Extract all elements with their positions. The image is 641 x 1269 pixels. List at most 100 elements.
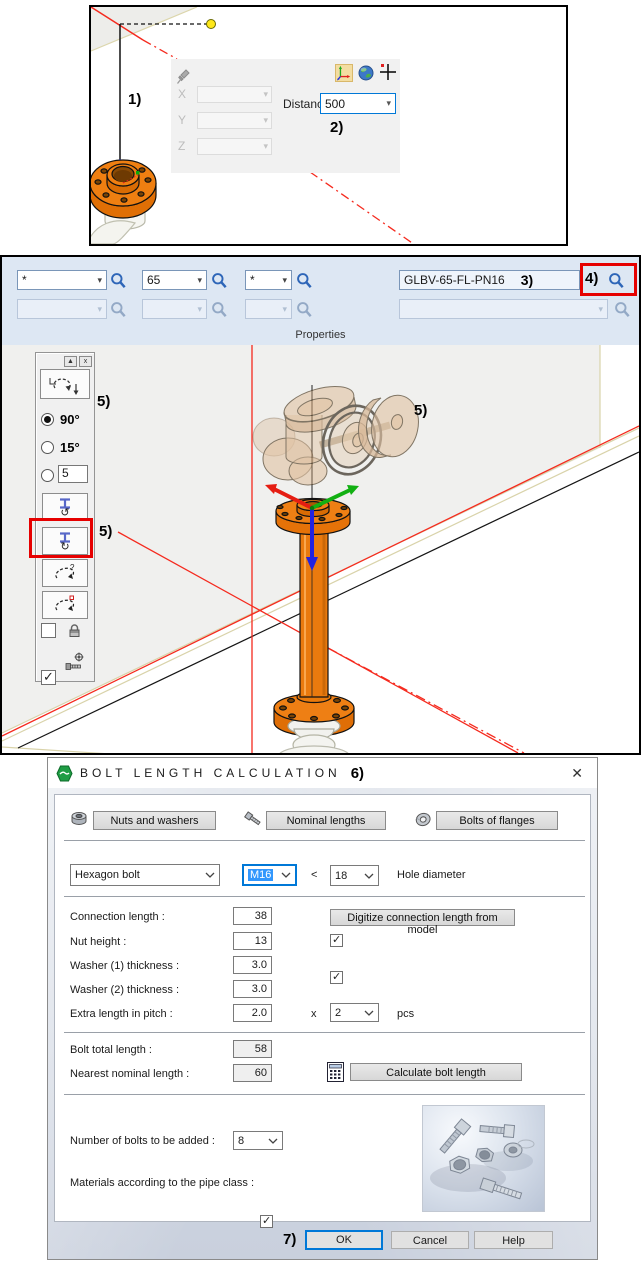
separator — [64, 896, 585, 897]
component-name-field[interactable]: GLBV-65-FL-PN16 3) — [399, 270, 580, 290]
x-value-combo[interactable]: ▾ — [197, 86, 272, 103]
bolts-of-flanges-button[interactable]: Bolts of flanges — [436, 811, 558, 830]
bolt-count-value: 8 — [238, 1135, 244, 1147]
callout-2: 2) — [330, 119, 343, 136]
properties-label: Properties — [295, 329, 345, 341]
nut-height-field[interactable]: 13 — [233, 932, 272, 950]
swing-pick-button[interactable]: ? — [42, 559, 88, 587]
bolt-count-label: Number of bolts to be added : — [70, 1135, 215, 1147]
callout-5b: 5) — [99, 523, 112, 540]
callout-5c: 5) — [414, 402, 427, 419]
radio-angle-90[interactable] — [41, 413, 54, 426]
filter-combo-disabled: ▾ — [399, 299, 608, 319]
plant-app-icon — [56, 765, 73, 782]
bolt-icon — [244, 811, 262, 827]
annotation-box-4 — [580, 263, 637, 296]
axis-snap-checkbox[interactable] — [41, 670, 56, 685]
model-window: *▾ 65▾ *▾ GLBV-65-FL-PN16 3) 4) ▾ ▾ ▾ ▾ … — [0, 255, 641, 755]
ucs-axes-icon[interactable] — [335, 64, 353, 82]
bolt-total-label: Bolt total length : — [70, 1044, 152, 1056]
separator — [64, 1094, 585, 1095]
dialog-content-panel: Nuts and washers Nominal lengths Bol — [54, 794, 591, 1222]
hole-diameter-combo[interactable]: 18 — [330, 865, 379, 886]
washer1-checkbox[interactable] — [330, 971, 343, 984]
nut-height-label: Nut height : — [70, 936, 126, 948]
washer2-field[interactable]: 3.0 — [233, 980, 272, 998]
callout-1: 1) — [128, 91, 141, 108]
bolt-count-combo[interactable]: 8 — [233, 1131, 283, 1150]
z-value-combo[interactable]: ▾ — [197, 138, 272, 155]
dialog-titlebar: BOLT LENGTH CALCULATION 6) ✕ — [48, 758, 597, 788]
radio-angle-90-label: 90° — [60, 412, 80, 427]
digitize-button[interactable]: Digitize connection length from model — [330, 909, 515, 926]
hole-diameter-value: 18 — [335, 870, 347, 882]
close-icon[interactable]: ✕ — [565, 763, 589, 784]
search-icon[interactable] — [296, 272, 313, 290]
dialog-body: Nuts and washers Nominal lengths Bol — [48, 788, 597, 1259]
filter-combo-disabled: ▾ — [17, 299, 107, 319]
materials-checkbox[interactable] — [260, 1215, 273, 1228]
filter-combo-disabled: ▾ — [142, 299, 207, 319]
nut-checkbox[interactable] — [330, 934, 343, 947]
rotate-mode-icon — [43, 371, 87, 397]
x-axis-label: X — [178, 87, 186, 101]
custom-angle-input[interactable]: 5 — [58, 465, 88, 483]
separator — [64, 840, 585, 841]
help-button[interactable]: Help — [474, 1231, 553, 1249]
lock-icon — [67, 623, 82, 638]
filter-size-combo[interactable]: 65▾ — [142, 270, 207, 290]
bolt-size-combo[interactable]: M16 — [242, 864, 297, 886]
palette-close-icon[interactable]: x — [79, 356, 92, 367]
swing-point-button[interactable] — [42, 591, 88, 619]
radio-angle-15-label: 15° — [60, 440, 80, 455]
bolt-type-combo[interactable]: Hexagon bolt — [70, 864, 220, 886]
calculate-bolt-length-button[interactable]: Calculate bolt length — [350, 1063, 522, 1081]
globe-icon[interactable] — [358, 65, 374, 81]
rotate-mode-button[interactable] — [40, 369, 90, 399]
pitch-count-combo[interactable]: 2 — [330, 1003, 379, 1022]
callout-5a: 5) — [97, 393, 110, 410]
search-icon-disabled — [614, 301, 631, 319]
washer1-field[interactable]: 3.0 — [233, 956, 272, 974]
radio-angle-custom[interactable] — [41, 469, 54, 482]
snap-crosshair-icon[interactable] — [378, 62, 398, 82]
screenshot-root: { "callouts":{"c1":"1)","c2":"2)","c3":"… — [0, 0, 641, 1269]
palette-collapse-button[interactable]: ▲ — [64, 356, 77, 367]
dialog-title: BOLT LENGTH CALCULATION — [80, 766, 341, 780]
filter-system-combo[interactable]: *▾ — [17, 270, 107, 290]
extra-length-field[interactable]: 2.0 — [233, 1004, 272, 1022]
lock-checkbox[interactable] — [41, 623, 56, 638]
callout-6: 6) — [351, 765, 364, 782]
filter-combo-disabled: ▾ — [245, 299, 292, 319]
svg-text:?: ? — [70, 563, 75, 572]
nut-icon — [70, 811, 88, 827]
nominal-lengths-button[interactable]: Nominal lengths — [266, 811, 386, 830]
filter-spec-value: * — [250, 273, 255, 287]
distance-input[interactable]: 500▾ — [320, 93, 396, 114]
nuts-washers-button[interactable]: Nuts and washers — [93, 811, 216, 830]
y-axis-label: Y — [178, 113, 186, 127]
nearest-nominal-field: 60 — [233, 1064, 272, 1082]
ok-button[interactable]: OK — [305, 1230, 383, 1250]
rotate-around-axis-ccw-button[interactable]: ↺ — [42, 493, 88, 521]
hole-diameter-label: Hole diameter — [397, 869, 465, 881]
nearest-nominal-label: Nearest nominal length : — [70, 1068, 189, 1080]
filter-spec-combo[interactable]: *▾ — [245, 270, 292, 290]
snap-point-dot — [207, 20, 216, 29]
bolt-axis-icon — [64, 652, 88, 672]
y-value-combo[interactable]: ▾ — [197, 112, 272, 129]
radio-angle-15[interactable] — [41, 441, 54, 454]
search-icon[interactable] — [110, 272, 127, 290]
materials-label: Materials according to the pipe class : — [70, 1177, 254, 1189]
bolts-photo-art — [423, 1106, 544, 1211]
search-icon[interactable] — [211, 272, 228, 290]
pin-icon[interactable] — [176, 67, 192, 85]
top-3d-view: 1) X Y Z ▾ ▾ ▾ Distance 500▾ 2) — [89, 5, 568, 246]
calculator-icon — [327, 1062, 344, 1082]
viewport-3d[interactable]: ▲ x 90° 15° 5 — [2, 345, 639, 753]
swing-point-icon — [53, 595, 77, 615]
connection-length-field[interactable]: 38 — [233, 907, 272, 925]
cancel-button[interactable]: Cancel — [391, 1231, 469, 1249]
bolts-photo — [422, 1105, 545, 1212]
callout-7: 7) — [283, 1231, 296, 1248]
